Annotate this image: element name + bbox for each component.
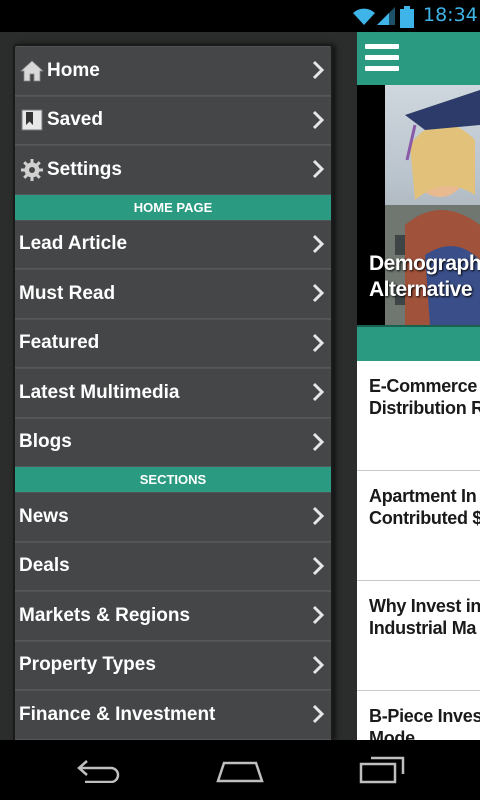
story-title-line1: Why Invest in (369, 596, 480, 616)
chevron-right-icon (312, 60, 325, 80)
back-icon (77, 760, 120, 783)
story-item[interactable]: Apartment In Contributed $ (357, 471, 480, 581)
status-bar: 18:34 (0, 0, 480, 32)
menu-item-deals[interactable]: Deals (15, 541, 331, 591)
menu-item-must-read[interactable]: Must Read (15, 269, 331, 319)
gear-icon (19, 157, 45, 183)
story-title-line1: E-Commerce (369, 376, 478, 396)
chevron-right-icon (312, 382, 325, 402)
menu-item-saved[interactable]: Saved (15, 95, 331, 145)
menu-item-settings[interactable]: Settings (15, 145, 331, 195)
hamburger-menu-icon[interactable] (365, 44, 401, 74)
system-nav-bar (0, 740, 480, 800)
teal-band (357, 325, 480, 361)
chevron-right-icon (312, 159, 325, 179)
home-icon (19, 58, 45, 84)
menu-item-label: Finance & Investment (19, 703, 216, 725)
story-title: Why Invest in Industrial Ma (369, 595, 480, 639)
app-action-bar (357, 32, 480, 85)
story-item[interactable]: B-Piece Inves Mode (357, 691, 480, 740)
menu-item-label: Settings (47, 158, 122, 180)
menu-item-markets-regions[interactable]: Markets & Regions (15, 591, 331, 641)
back-button[interactable] (70, 752, 130, 788)
section-header-home-page: HOME PAGE (15, 194, 331, 220)
story-title: Apartment In Contributed $ (369, 485, 480, 529)
story-title-line2: Contributed $ (369, 508, 480, 528)
menu-item-lead-article[interactable]: Lead Article (15, 219, 331, 269)
chevron-right-icon (312, 110, 325, 129)
navigation-drawer: Home Saved Settings HOME PAGE Lead Artic… (13, 44, 333, 740)
hero-article[interactable]: Demograph Alternative (357, 85, 480, 325)
background-app: Demograph Alternative E-Commerce Distrib… (357, 32, 480, 740)
chevron-right-icon (312, 432, 325, 451)
menu-item-label: Saved (47, 109, 103, 131)
chevron-right-icon (312, 333, 325, 352)
story-title-line1: Apartment In (369, 486, 477, 506)
battery-icon (400, 6, 414, 28)
menu-item-label: Property Types (19, 654, 156, 676)
story-title: B-Piece Inves Mode (369, 705, 480, 740)
bookmark-icon (19, 107, 45, 133)
menu-item-featured[interactable]: Featured (15, 318, 331, 368)
signal-icon (377, 7, 395, 25)
chevron-right-icon (312, 234, 325, 253)
recent-apps-button[interactable] (352, 752, 412, 788)
story-title-line2: Distribution R (369, 398, 480, 418)
section-header-sections: SECTIONS (15, 467, 331, 492)
status-clock: 18:34 (423, 4, 478, 26)
menu-item-finance-investment[interactable]: Finance & Investment (15, 690, 331, 740)
story-title-line2: Mode (369, 728, 415, 740)
chevron-right-icon (312, 704, 325, 724)
story-item[interactable]: E-Commerce Distribution R (357, 361, 480, 471)
menu-item-label: Lead Article (19, 233, 128, 255)
story-title: E-Commerce Distribution R (369, 375, 480, 419)
chevron-right-icon (312, 655, 325, 674)
menu-item-label: Blogs (19, 431, 72, 453)
menu-item-blogs[interactable]: Blogs (15, 417, 331, 467)
hero-caption-line2: Alternative (369, 278, 473, 301)
menu-item-latest-multimedia[interactable]: Latest Multimedia (15, 368, 331, 418)
home-button[interactable] (210, 752, 270, 788)
chevron-right-icon (312, 283, 325, 303)
menu-item-label: Featured (19, 332, 100, 354)
story-title-line2: Industrial Ma (369, 618, 477, 638)
home-icon (216, 761, 264, 783)
chevron-right-icon (312, 556, 325, 575)
menu-item-home[interactable]: Home (15, 46, 331, 96)
menu-item-label: Home (47, 59, 100, 81)
menu-item-label: Must Read (19, 282, 116, 304)
recent-apps-icon (359, 756, 405, 784)
menu-item-label: News (19, 505, 69, 527)
menu-item-label: Markets & Regions (19, 604, 191, 626)
chevron-right-icon (312, 605, 325, 625)
story-title-line1: B-Piece Inves (369, 706, 480, 726)
hero-caption: Demograph Alternative (369, 251, 480, 303)
menu-item-label: Latest Multimedia (19, 381, 180, 403)
menu-item-news[interactable]: News (15, 492, 331, 542)
screen: 18:34 Demograph Alternative E-Commerce D… (0, 0, 480, 800)
menu-item-label: Deals (19, 555, 70, 577)
hero-caption-line1: Demograph (369, 252, 480, 275)
wifi-icon (353, 8, 375, 25)
menu-item-property-types[interactable]: Property Types (15, 640, 331, 690)
story-item[interactable]: Why Invest in Industrial Ma (357, 581, 480, 691)
chevron-right-icon (312, 506, 325, 526)
